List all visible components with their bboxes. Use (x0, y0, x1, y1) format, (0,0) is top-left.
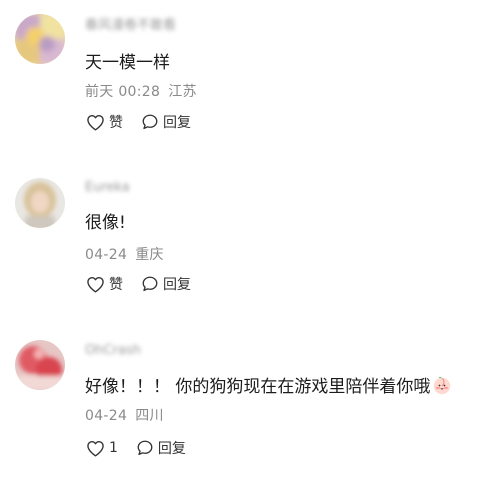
comment-meta: 04-24 四川 (85, 405, 164, 425)
like-label: 赞 (109, 115, 123, 131)
comment-username[interactable]: Eureka (85, 180, 130, 195)
speech-bubble-icon (136, 439, 154, 457)
heart-outline-icon (86, 114, 105, 131)
comment-actions: 赞 回复 (86, 273, 191, 295)
comment-date: 04-24 (85, 408, 128, 424)
comment-text: 很像! (85, 213, 126, 233)
comment-location: 四川 (135, 408, 164, 424)
comment-text: 天一模一样 (85, 53, 170, 73)
like-count: 1 (109, 440, 118, 456)
comment-location: 江苏 (168, 84, 197, 100)
avatar[interactable] (15, 340, 65, 390)
speech-bubble-icon (141, 275, 159, 293)
avatar[interactable] (15, 178, 65, 228)
comment-actions: 赞 回复 (86, 111, 191, 133)
comment-actions: 1 回复 (86, 437, 186, 459)
comment-username[interactable]: OhCrash (85, 343, 141, 358)
comment-meta: 04-24 重庆 (85, 244, 164, 264)
heart-outline-icon (86, 276, 105, 293)
like-button[interactable]: 1 (86, 440, 118, 457)
reply-button[interactable]: 回复 (141, 274, 191, 294)
like-button[interactable]: 赞 (86, 112, 123, 132)
comment-date: 前天 00:28 (85, 84, 161, 100)
reply-label: 回复 (163, 277, 191, 293)
comment-text-content: 好像！！！ 你的狗狗现在在游戏里陪伴着你哦 (85, 377, 431, 397)
comment-text: 好像！！！ 你的狗狗现在在游戏里陪伴着你哦 (85, 372, 452, 400)
comment-meta: 前天 00:28 江苏 (85, 81, 197, 101)
smiling-peach-emoji (432, 375, 452, 400)
avatar[interactable] (15, 14, 65, 64)
heart-outline-icon (86, 440, 105, 457)
reply-label: 回复 (157, 441, 186, 457)
reply-button[interactable]: 回复 (136, 438, 186, 458)
comment-date: 04-24 (85, 247, 128, 263)
comment-username[interactable]: 春风漫卷不敢看 (85, 14, 176, 33)
comment-location: 重庆 (135, 247, 164, 263)
reply-label: 回复 (163, 115, 191, 131)
speech-bubble-icon (141, 113, 159, 131)
like-button[interactable]: 赞 (86, 274, 123, 294)
like-label: 赞 (109, 277, 123, 293)
reply-button[interactable]: 回复 (141, 112, 191, 132)
